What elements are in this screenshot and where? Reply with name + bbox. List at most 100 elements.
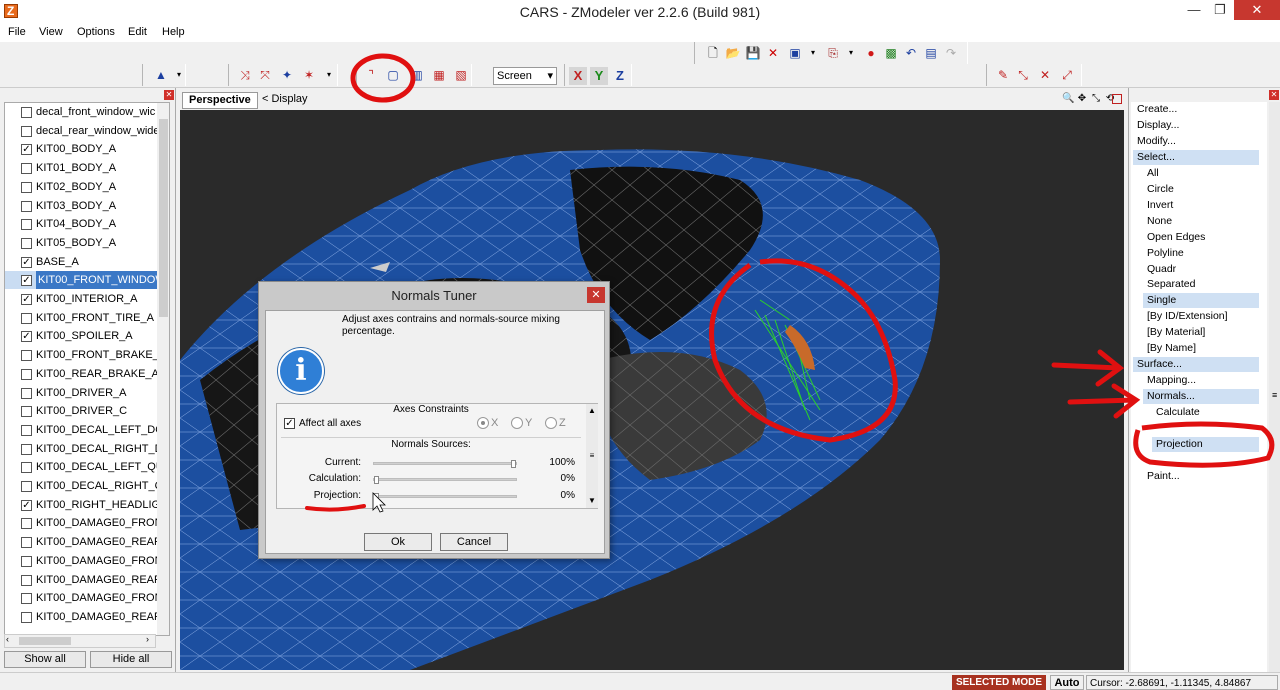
list-item[interactable]: KIT00_FRONT_BRAKE_A bbox=[5, 346, 157, 364]
axis-z-button[interactable]: Z bbox=[611, 67, 629, 85]
save-icon[interactable]: 💾 bbox=[745, 45, 761, 61]
object-list-vscroll[interactable] bbox=[157, 103, 169, 635]
undo-icon[interactable]: ↶ bbox=[903, 45, 919, 61]
list-item[interactable]: KIT00_DAMAGE0_FRONT bbox=[5, 552, 157, 570]
scroll-right-icon[interactable]: › bbox=[146, 634, 149, 644]
close-panel-icon[interactable]: ✕ bbox=[1269, 90, 1279, 100]
scroll-grip-icon[interactable]: ≡ bbox=[1272, 390, 1277, 400]
visibility-checkbox[interactable] bbox=[21, 181, 32, 193]
command-item[interactable]: Calculate bbox=[1152, 405, 1259, 420]
list-item[interactable]: KIT00_DECAL_RIGHT_QU bbox=[5, 477, 157, 495]
visibility-checkbox[interactable] bbox=[21, 312, 32, 324]
visibility-checkbox[interactable] bbox=[21, 518, 32, 530]
list-item[interactable]: KIT00_REAR_BRAKE_A bbox=[5, 365, 157, 383]
command-item[interactable]: Projection bbox=[1152, 436, 1259, 452]
slider-knob[interactable] bbox=[511, 460, 516, 468]
scale-icon[interactable]: ⤢ bbox=[1059, 67, 1075, 83]
command-item[interactable]: Surface... bbox=[1133, 357, 1259, 373]
visibility-checkbox[interactable]: ✓ bbox=[21, 294, 32, 305]
menu-view[interactable]: View bbox=[39, 26, 63, 38]
hide-all-button[interactable]: Hide all bbox=[90, 651, 172, 668]
close-button[interactable]: ✕ bbox=[1234, 0, 1280, 20]
menu-file[interactable]: File bbox=[8, 26, 26, 38]
list-item[interactable]: ✓ KIT00_RIGHT_HEADLIGH bbox=[5, 496, 157, 514]
visibility-checkbox[interactable] bbox=[21, 593, 32, 605]
source-projection-slider[interactable] bbox=[373, 493, 517, 501]
scroll-up-icon[interactable]: ▲ bbox=[586, 406, 598, 415]
list-item[interactable]: KIT00_DECAL_LEFT_DOC bbox=[5, 421, 157, 439]
command-item[interactable]: [By Material] bbox=[1143, 325, 1259, 340]
command-item[interactable]: [By Name] bbox=[1143, 341, 1259, 356]
close-panel-icon[interactable]: ✕ bbox=[164, 90, 174, 100]
command-item[interactable]: Paint... bbox=[1143, 469, 1259, 484]
list-item[interactable]: KIT04_BODY_A bbox=[5, 215, 157, 233]
menu-edit[interactable]: Edit bbox=[128, 26, 147, 38]
object-list-hscroll[interactable]: ‹ › bbox=[4, 634, 156, 648]
list-item[interactable]: KIT00_DECAL_LEFT_QUA bbox=[5, 458, 157, 476]
source-calculation-slider[interactable] bbox=[373, 476, 517, 484]
visibility-checkbox[interactable] bbox=[21, 537, 32, 549]
command-item[interactable] bbox=[1143, 453, 1259, 468]
pan-icon[interactable]: ✥ bbox=[1076, 93, 1088, 105]
command-item[interactable]: None bbox=[1143, 214, 1259, 229]
visibility-checkbox[interactable] bbox=[21, 237, 32, 249]
visibility-checkbox[interactable] bbox=[21, 163, 32, 175]
command-item[interactable]: Display... bbox=[1133, 118, 1259, 133]
visibility-checkbox[interactable]: ✓ bbox=[21, 331, 32, 343]
cancel-button[interactable]: Cancel bbox=[440, 533, 508, 551]
visibility-checkbox[interactable] bbox=[21, 611, 32, 623]
visibility-checkbox[interactable] bbox=[21, 107, 32, 118]
bone-icon[interactable]: ✦ bbox=[279, 67, 295, 83]
polygon-mode-icon[interactable]: ▢ bbox=[385, 67, 401, 83]
command-item[interactable]: Mapping... bbox=[1143, 373, 1259, 388]
menu-options[interactable]: Options bbox=[77, 26, 115, 38]
visibility-checkbox[interactable] bbox=[21, 125, 32, 137]
import-dropdown-icon[interactable]: ▾ bbox=[805, 45, 821, 61]
axis-y-button[interactable]: Y bbox=[590, 67, 608, 85]
list-item[interactable]: KIT01_BODY_A bbox=[5, 159, 157, 177]
zoom-icon[interactable]: 🔍 bbox=[1062, 93, 1074, 105]
fit-icon[interactable]: ⤡ bbox=[1090, 93, 1102, 105]
notes-icon[interactable]: ▤ bbox=[923, 45, 939, 61]
list-item[interactable]: ✓ BASE_A bbox=[5, 253, 157, 271]
command-item[interactable]: Open Edges bbox=[1143, 230, 1259, 245]
menu-help[interactable]: Help bbox=[162, 26, 185, 38]
visibility-checkbox[interactable]: ✓ bbox=[21, 144, 32, 156]
vertex-mode-icon[interactable]: ⌝ bbox=[363, 67, 379, 83]
redo-icon[interactable]: ↷ bbox=[943, 45, 959, 61]
visibility-checkbox[interactable]: ✓ bbox=[21, 275, 32, 287]
rotate-icon[interactable]: ✕ bbox=[1037, 67, 1053, 83]
scroll-grip-icon[interactable]: ≡ bbox=[586, 451, 598, 460]
vertex-move-icon[interactable]: ⤧ bbox=[257, 67, 273, 83]
hscroll-thumb[interactable] bbox=[19, 637, 71, 645]
vscroll-thumb[interactable] bbox=[159, 119, 168, 317]
list-item[interactable]: decal_rear_window_wide bbox=[5, 122, 157, 140]
list-item[interactable]: ✓ KIT00_BODY_A bbox=[5, 140, 157, 158]
minimize-button[interactable]: — bbox=[1180, 0, 1208, 20]
command-item[interactable]: Modify... bbox=[1133, 134, 1259, 149]
scroll-left-icon[interactable]: ‹ bbox=[6, 634, 9, 644]
maximize-viewport-icon[interactable] bbox=[1112, 94, 1122, 104]
visibility-checkbox[interactable] bbox=[21, 424, 32, 436]
affect-all-axes-checkbox[interactable]: ✓ bbox=[284, 418, 295, 429]
radio-y[interactable] bbox=[511, 417, 523, 429]
visibility-checkbox[interactable] bbox=[21, 555, 32, 567]
display-menu[interactable]: < Display bbox=[262, 93, 308, 105]
render-icon[interactable]: ● bbox=[863, 45, 879, 61]
export-icon[interactable]: ⎘ bbox=[825, 45, 841, 61]
command-scrollbar[interactable]: ≡ bbox=[1269, 102, 1280, 672]
axis-x-button[interactable]: X bbox=[569, 67, 587, 85]
paint-icon[interactable]: ✎ bbox=[995, 67, 1011, 83]
visibility-checkbox[interactable] bbox=[21, 574, 32, 586]
visibility-checkbox[interactable] bbox=[21, 368, 32, 380]
new-file-icon[interactable]: 🗋 bbox=[705, 45, 721, 61]
visibility-checkbox[interactable] bbox=[21, 406, 32, 418]
list-item[interactable]: KIT00_DAMAGE0_REARR bbox=[5, 608, 157, 626]
slider-knob[interactable] bbox=[374, 476, 379, 484]
command-item[interactable]: Single bbox=[1143, 293, 1259, 309]
list-item[interactable]: KIT02_BODY_A bbox=[5, 178, 157, 196]
command-item[interactable]: Select... bbox=[1133, 149, 1259, 165]
shading-dropdown-icon[interactable]: ▾ bbox=[171, 67, 187, 83]
list-item[interactable]: KIT00_DRIVER_A bbox=[5, 384, 157, 402]
slider-knob[interactable] bbox=[374, 493, 379, 501]
